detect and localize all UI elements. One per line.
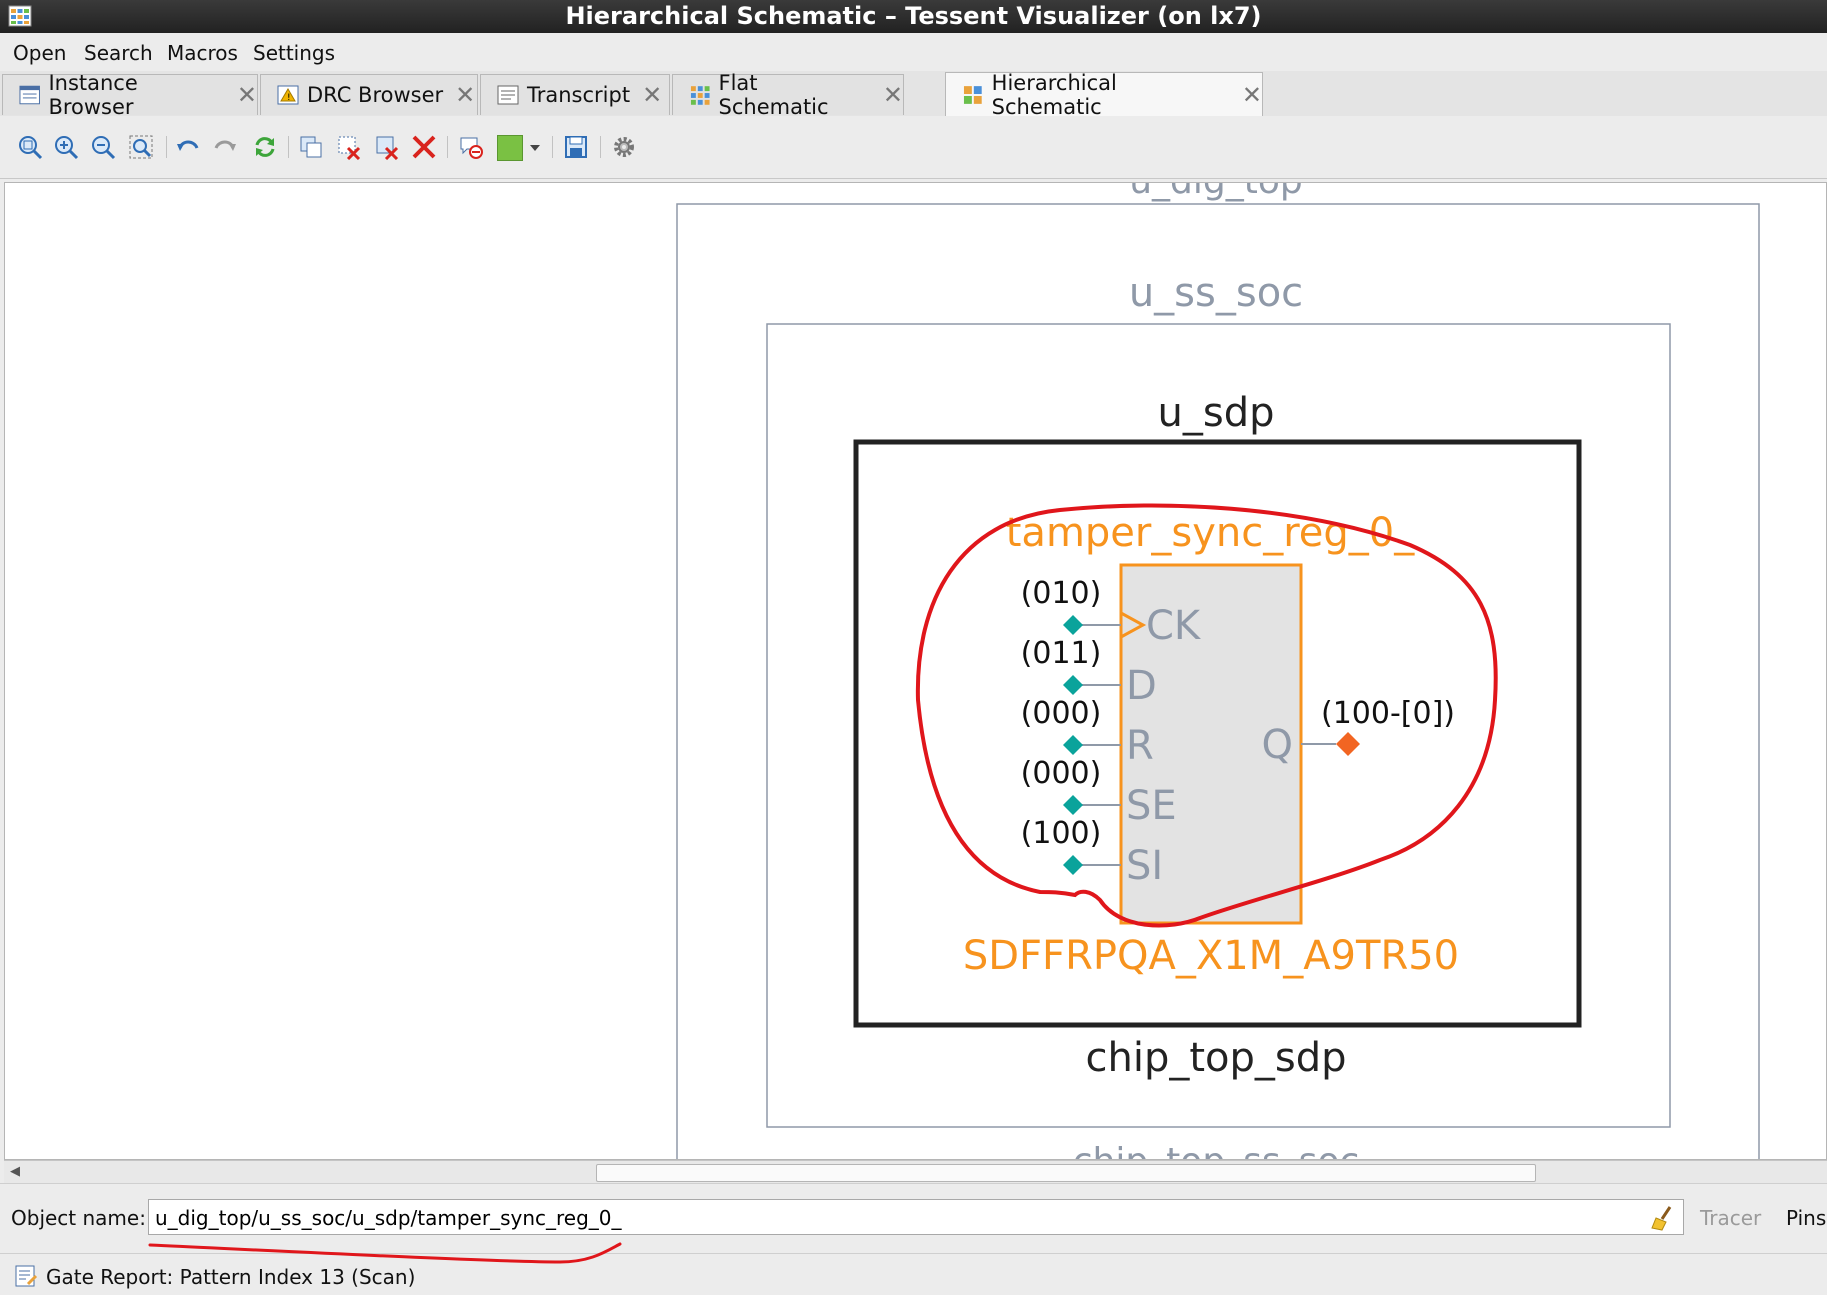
tracer-label[interactable]: Tracer — [1700, 1206, 1761, 1230]
pin-value: (100) — [1021, 816, 1102, 851]
close-tab-icon[interactable]: ✕ — [237, 81, 257, 109]
tab-label: Instance Browser — [48, 71, 138, 119]
dropdown-arrow-icon[interactable] — [528, 134, 542, 160]
hierarchy-top-label: u_dig_top — [1129, 183, 1303, 202]
tab-bar: Instance Browser ✕ ! DRC Browser ✕ Trans… — [0, 71, 1827, 119]
object-name-bar: Object name: u_dig_top/u_ss_soc/u_sdp/ta… — [0, 1183, 1827, 1254]
undo-icon[interactable] — [175, 134, 201, 160]
menu-search[interactable]: Search — [84, 41, 153, 65]
delete-selected-icon[interactable] — [336, 134, 362, 160]
pin-value: (010) — [1021, 576, 1102, 611]
close-tab-icon[interactable]: ✕ — [455, 81, 475, 109]
title-bar: Hierarchical Schematic – Tessent Visuali… — [0, 0, 1827, 33]
object-name-input[interactable]: u_dig_top/u_ss_soc/u_sdp/tamper_sync_reg… — [148, 1199, 1684, 1235]
menu-macros[interactable]: Macros — [167, 41, 238, 65]
schematic-canvas[interactable]: u_dig_top u_ss_soc u_sdp chip_top_sdp ch… — [4, 182, 1827, 1160]
toolbar — [0, 116, 1827, 179]
pin-marker-icon — [1063, 795, 1083, 815]
cell-instance-name: tamper_sync_reg_0_ — [1006, 510, 1415, 556]
status-text: Gate Report: Pattern Index 13 (Scan) — [46, 1265, 416, 1289]
close-tab-icon[interactable]: ✕ — [1242, 81, 1262, 109]
tab-label: Flat Schematic — [718, 71, 829, 119]
tab-label: Transcript — [527, 83, 631, 107]
tab-transcript[interactable]: Transcript ✕ — [480, 74, 670, 115]
redo-icon[interactable] — [212, 134, 238, 160]
drc-browser-icon: ! — [277, 85, 299, 105]
menu-bar: Open Search Macros Settings — [0, 33, 1827, 71]
pin-value: (000) — [1021, 756, 1102, 791]
object-name-label: Object name: — [11, 1206, 146, 1230]
status-bar: Gate Report: Pattern Index 13 (Scan) — [0, 1253, 1827, 1295]
pin-name: R — [1126, 723, 1154, 769]
toolbar-separator — [447, 136, 448, 158]
pin-marker-icon — [1063, 675, 1083, 695]
window-title: Hierarchical Schematic – Tessent Visuali… — [565, 2, 1262, 30]
zoom-in-icon[interactable] — [53, 134, 79, 160]
scroll-left-arrow-icon[interactable]: ◀ — [10, 1164, 20, 1179]
pin-name: SI — [1126, 843, 1163, 889]
pin-value: (100-[0]) — [1321, 696, 1455, 731]
outer-instance-label: u_ss_soc — [1129, 270, 1303, 316]
cell-type-label: SDFFRPQA_X1M_A9TR50 — [963, 933, 1459, 979]
close-tab-icon[interactable]: ✕ — [883, 81, 903, 109]
hierarchical-schematic-icon — [963, 86, 982, 104]
toolbar-separator — [600, 136, 601, 158]
outer-module-label: chip_top_ss_soc — [1073, 1141, 1360, 1160]
menu-open[interactable]: Open — [13, 41, 66, 65]
inner-instance-label: u_sdp — [1158, 390, 1275, 436]
pin-value: (011) — [1021, 636, 1102, 671]
tab-flat-schematic[interactable]: Flat Schematic ✕ — [672, 71, 904, 119]
svg-text:!: ! — [287, 93, 291, 103]
toolbar-separator — [552, 136, 553, 158]
zoom-fit-icon[interactable] — [17, 134, 43, 160]
tab-instance-browser[interactable]: Instance Browser ✕ — [2, 71, 258, 119]
delete-all-icon[interactable] — [411, 134, 437, 160]
menu-settings[interactable]: Settings — [253, 41, 335, 65]
close-tab-icon[interactable]: ✕ — [642, 81, 662, 109]
color-swatch-icon[interactable] — [497, 135, 523, 161]
zoom-area-icon[interactable] — [128, 134, 154, 160]
pin-marker-icon — [1063, 735, 1083, 755]
toolbar-separator — [288, 136, 289, 158]
refresh-icon[interactable] — [252, 134, 278, 160]
tab-hierarchical-schematic[interactable]: Hierarchical Schematic ✕ — [945, 71, 1263, 119]
highlight-icon[interactable] — [458, 134, 484, 160]
schematic-drawing: u_dig_top u_ss_soc u_sdp chip_top_sdp ch… — [676, 183, 1760, 1160]
pin-marker-icon — [1063, 615, 1083, 635]
transcript-icon — [497, 85, 519, 105]
tab-label: DRC Browser — [307, 83, 444, 107]
gate-report-icon — [15, 1265, 38, 1287]
settings-icon[interactable] — [611, 134, 637, 160]
pins-label[interactable]: Pins — [1786, 1206, 1826, 1230]
instance-browser-icon — [19, 85, 40, 105]
pin-name: CK — [1146, 603, 1202, 649]
pin-marker-icon — [1063, 855, 1083, 875]
scrollbar-thumb[interactable] — [596, 1164, 1536, 1182]
pin-name: SE — [1126, 783, 1177, 829]
pin-value: (000) — [1021, 696, 1102, 731]
delete-others-icon[interactable] — [374, 134, 400, 160]
horizontal-scrollbar[interactable]: ◀ — [4, 1160, 1827, 1183]
tab-label: Hierarchical Schematic — [991, 71, 1117, 119]
tab-drc-browser[interactable]: ! DRC Browser ✕ — [260, 74, 478, 115]
pin-name: Q — [1262, 722, 1293, 768]
zoom-out-icon[interactable] — [90, 134, 116, 160]
clear-broom-icon[interactable] — [1648, 1204, 1676, 1232]
copy-icon[interactable] — [298, 134, 324, 160]
inner-module-label: chip_top_sdp — [1085, 1035, 1346, 1081]
pin-name: D — [1126, 663, 1157, 709]
toolbar-separator — [166, 136, 167, 158]
output-pin-marker-icon — [1336, 732, 1360, 756]
save-view-icon[interactable] — [563, 134, 589, 160]
flat-schematic-icon — [690, 86, 710, 105]
